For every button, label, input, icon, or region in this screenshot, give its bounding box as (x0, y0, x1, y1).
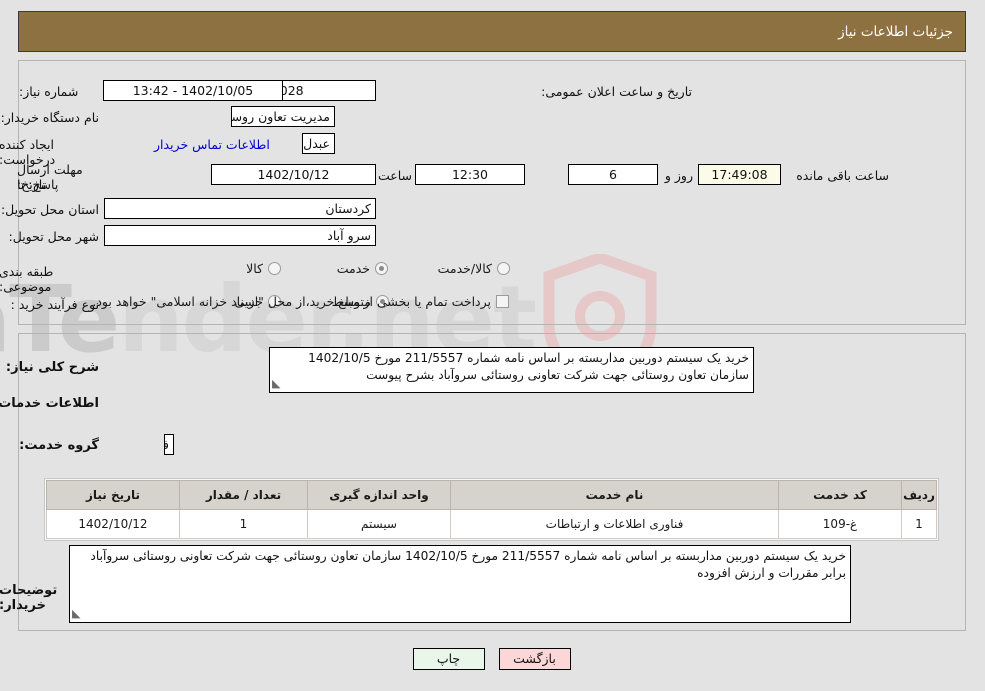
delivery-province-label: استان محل تحویل: (1, 202, 100, 217)
announce-datetime-value: 1402/10/05 - 13:42 (104, 80, 284, 101)
category-option-kala[interactable]: کالا (247, 261, 282, 276)
category-radio-kala-khedmat[interactable] (498, 262, 511, 275)
buyer-notes-textarea[interactable]: خرید یک سیستم دوربین مداربسته بر اساس نا… (70, 545, 852, 623)
services-heading: اطلاعات خدمات مورد نیاز (0, 396, 100, 411)
general-desc-textarea[interactable]: خرید یک سیستم دوربین مداربسته بر اساس نا… (270, 347, 755, 393)
category-option-label-kala: کالا (247, 261, 264, 276)
page-title: جزئیات اطلاعات نیاز (839, 23, 954, 40)
services-table: ردیف کد خدمت نام خدمت واحد اندازه گیری ت… (47, 480, 938, 539)
deadline-days-label: روز و (665, 168, 694, 183)
deadline-countdown-label: ساعت باقی مانده (797, 168, 890, 183)
service-group-value: فن آوری اطلاعات (165, 434, 175, 455)
cell-quantity: 1 (180, 509, 309, 539)
deadline-label-line2: تاریخ: (18, 177, 48, 192)
col-unit: واحد اندازه گیری (308, 480, 452, 510)
print-button[interactable]: چاپ (413, 648, 486, 670)
table-header-row: ردیف کد خدمت نام خدمت واحد اندازه گیری ت… (47, 480, 938, 510)
general-desc-label: شرح کلی نیاز: (6, 360, 100, 375)
category-radio-khedmat[interactable] (376, 262, 389, 275)
deadline-date-value: 1402/10/12 (212, 164, 377, 185)
category-radio-kala[interactable] (269, 262, 282, 275)
delivery-city-value: سرو آباد (105, 225, 377, 246)
resize-grip-icon[interactable]: ◢ (273, 375, 281, 392)
back-button[interactable]: بازگشت (499, 648, 572, 670)
cell-code: غ-109 (779, 509, 903, 539)
footer-buttons: بازگشت چاپ (0, 648, 985, 670)
category-option-khedmat[interactable]: خدمت (338, 261, 389, 276)
treasury-bond-checkbox-row[interactable]: پرداخت تمام یا بخشی از مبلغ خرید،از محل … (93, 294, 510, 309)
buyer-contact-link[interactable]: اطلاعات تماس خریدار (155, 137, 271, 152)
category-label: طبقه بندی موضوعی: (0, 264, 55, 294)
need-number-label: شماره نیاز: (20, 84, 80, 99)
resize-grip-icon-notes[interactable]: ◢ (73, 605, 81, 622)
general-desc-value: خرید یک سیستم دوربین مداربسته بر اساس نا… (309, 351, 750, 382)
cell-need-date: 1402/10/12 (47, 509, 181, 539)
deadline-time-label: ساعت (378, 168, 413, 183)
cell-unit: سیستم (308, 509, 452, 539)
service-group-label: گروه خدمت: (20, 438, 100, 453)
treasury-bond-checkbox[interactable] (497, 295, 510, 308)
category-option-label-kala-khedmat: کالا/خدمت (438, 261, 493, 276)
category-option-label-khedmat: خدمت (337, 261, 371, 276)
purchase-type-label: نوع فرآیند خرید : (11, 297, 100, 312)
delivery-city-label: شهر محل تحویل: (9, 229, 100, 244)
buyer-org-value: مدیریت تعاون روستایی استان کردستان (232, 106, 336, 127)
col-name: نام خدمت (451, 480, 780, 510)
page-header: جزئیات اطلاعات نیاز (19, 11, 967, 52)
buyer-org-label: نام دستگاه خریدار: (1, 110, 100, 125)
category-option-kala-khedmat[interactable]: کالا/خدمت (439, 261, 511, 276)
table-row: 1 غ-109 فناوری اطلاعات و ارتباطات سیستم … (47, 509, 938, 539)
services-table-wrapper: ردیف کد خدمت نام خدمت واحد اندازه گیری ت… (45, 478, 940, 541)
col-need-date: تاریخ نیاز (47, 480, 181, 510)
col-quantity: تعداد / مقدار (180, 480, 309, 510)
deadline-countdown-value: 17:49:08 (699, 164, 782, 185)
deadline-days-value: 6 (569, 164, 659, 185)
requester-value: عبدل بهرامی حسابدار و امین اموال مدیریت … (303, 133, 336, 154)
col-code: کد خدمت (779, 480, 903, 510)
delivery-province-value: کردستان (105, 198, 377, 219)
treasury-bond-label: پرداخت تمام یا بخشی از مبلغ خرید،از محل … (93, 294, 492, 309)
col-radif: ردیف (902, 480, 938, 510)
cell-radif: 1 (902, 509, 938, 539)
announce-datetime-label: تاریخ و ساعت اعلان عمومی: (542, 84, 693, 99)
cell-name: فناوری اطلاعات و ارتباطات (451, 509, 780, 539)
buyer-notes-value: خرید یک سیستم دوربین مداربسته بر اساس نا… (91, 549, 847, 580)
deadline-time-value: 12:30 (416, 164, 526, 185)
